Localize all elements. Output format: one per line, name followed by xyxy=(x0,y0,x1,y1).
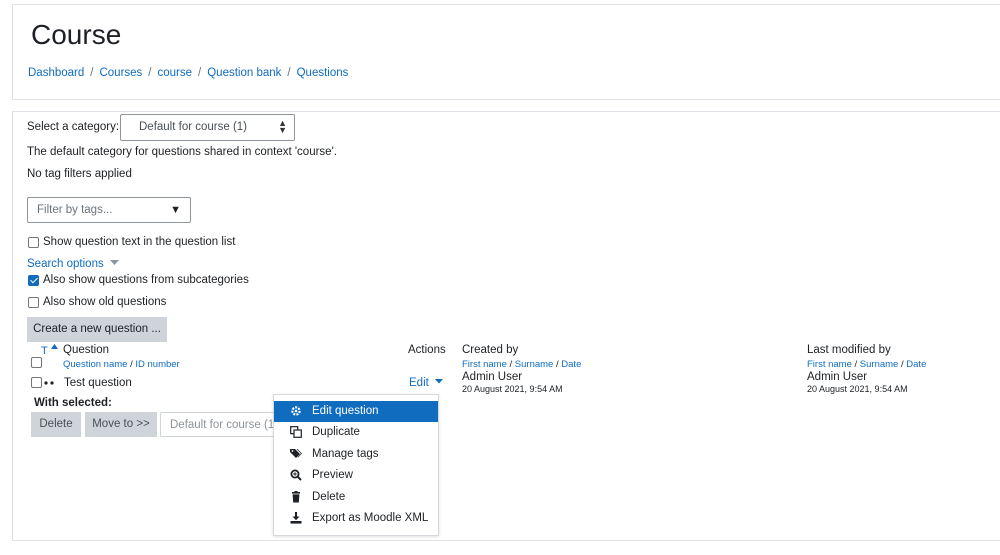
menu-item-label: Delete xyxy=(312,491,346,503)
breadcrumb-separator: / xyxy=(287,67,291,79)
magnifier-icon xyxy=(290,469,302,481)
breadcrumb-separator: / xyxy=(198,67,202,79)
show-question-text-label: Show question text in the question list xyxy=(43,236,236,248)
modified-sort-links: First name / Surname / Date xyxy=(807,359,927,370)
menu-item-manage-tags[interactable]: Manage tags xyxy=(274,444,438,465)
sort-id-number[interactable]: ID number xyxy=(135,359,179,370)
bulk-delete-button[interactable]: Delete xyxy=(31,412,81,437)
select-all-checkbox[interactable] xyxy=(31,357,42,368)
breadcrumb-question-bank[interactable]: Question bank xyxy=(207,67,281,79)
edit-action-menu: Edit question Duplicate Manage tags Prev… xyxy=(273,394,439,536)
type-header: T xyxy=(41,345,48,357)
download-icon xyxy=(290,512,302,524)
question-name: Test question xyxy=(64,377,132,389)
show-old-questions-checkbox[interactable] xyxy=(28,297,39,308)
copy-icon xyxy=(290,426,302,438)
breadcrumb-dashboard[interactable]: Dashboard xyxy=(28,67,84,79)
menu-item-label: Export as Moodle XML xyxy=(312,512,429,524)
show-question-text-checkbox[interactable] xyxy=(28,237,39,248)
trash-icon xyxy=(292,491,300,503)
move-to-button[interactable]: Move to >> xyxy=(85,412,157,437)
page-header xyxy=(12,4,1000,100)
modified-by-name: Admin User xyxy=(807,371,868,383)
breadcrumb-questions[interactable]: Questions xyxy=(297,67,349,79)
question-type-icon xyxy=(44,381,54,385)
modified-date: 20 August 2021, 9:54 AM xyxy=(807,384,908,394)
caret-down-icon xyxy=(435,379,444,384)
menu-item-delete[interactable]: Delete xyxy=(274,487,438,508)
created-sort-links: First name / Surname / Date xyxy=(462,359,582,370)
menu-item-label: Preview xyxy=(312,469,353,481)
menu-item-label: Manage tags xyxy=(312,448,379,460)
breadcrumb-course[interactable]: course xyxy=(158,67,193,79)
sort-modified-first-name[interactable]: First name xyxy=(807,359,852,370)
caret-down-icon xyxy=(109,260,119,265)
breadcrumb-separator: / xyxy=(148,67,152,79)
created-by-name: Admin User xyxy=(462,371,523,383)
menu-item-label: Edit question xyxy=(312,405,379,417)
category-select[interactable]: Default for course (1) ▲ ▼ xyxy=(120,114,295,141)
sort-by-type[interactable]: T xyxy=(41,344,58,357)
modified-by-header: Last modified by xyxy=(807,344,891,356)
menu-item-preview[interactable]: Preview xyxy=(274,465,438,486)
tag-filter-placeholder: Filter by tags... xyxy=(37,204,113,216)
sort-ascending-icon xyxy=(50,344,58,349)
move-target-select[interactable]: Default for course (1) xyxy=(160,412,280,437)
page-title: Course xyxy=(31,19,122,50)
menu-item-export-xml[interactable]: Export as Moodle XML xyxy=(274,508,438,529)
breadcrumb: Dashboard / Courses / course / Question bank / Q… xyxy=(28,67,348,79)
show-subcategories-checkbox[interactable] xyxy=(28,275,39,286)
sort-created-surname[interactable]: Surname xyxy=(515,359,554,370)
created-by-header: Created by xyxy=(462,344,519,356)
with-selected-label: With selected: xyxy=(34,397,112,409)
category-select-value: Default for course (1) xyxy=(139,121,248,133)
category-label: Select a category: xyxy=(27,121,120,133)
menu-item-duplicate[interactable]: Duplicate xyxy=(274,422,438,443)
show-subcategories-label: Also show questions from subcategories xyxy=(43,274,249,286)
updown-caret-icon: ▲ ▼ xyxy=(278,118,287,135)
search-options-label: Search options xyxy=(27,258,104,270)
menu-item-label: Duplicate xyxy=(312,426,360,438)
question-sort-links: Question name / ID number xyxy=(63,359,180,370)
sort-created-first-name[interactable]: First name xyxy=(462,359,507,370)
edit-action-label: Edit xyxy=(409,377,429,389)
sort-created-date[interactable]: Date xyxy=(561,359,581,370)
breadcrumb-separator: / xyxy=(90,67,94,79)
tags-icon xyxy=(290,449,302,458)
show-old-questions-label: Also show old questions xyxy=(43,296,167,308)
search-options-toggle[interactable]: Search options xyxy=(27,258,119,270)
edit-menu-toggle[interactable]: Edit xyxy=(409,377,444,389)
category-description: The default category for questions share… xyxy=(27,146,337,158)
question-header: Question xyxy=(63,344,110,356)
dropdown-triangle-icon: ▼ xyxy=(170,204,181,216)
gear-icon xyxy=(291,406,301,416)
menu-item-edit-question[interactable]: Edit question xyxy=(274,401,438,422)
sort-modified-date[interactable]: Date xyxy=(906,359,926,370)
breadcrumb-courses[interactable]: Courses xyxy=(99,67,142,79)
created-date: 20 August 2021, 9:54 AM xyxy=(462,384,563,394)
sort-modified-surname[interactable]: Surname xyxy=(860,359,899,370)
question-row-checkbox[interactable] xyxy=(31,377,42,388)
tag-filter-input[interactable]: Filter by tags... ▼ xyxy=(27,197,191,223)
create-question-button[interactable]: Create a new question ... xyxy=(27,317,167,342)
sort-question-name[interactable]: Question name xyxy=(63,359,127,370)
actions-header: Actions xyxy=(408,344,446,356)
tag-filter-status: No tag filters applied xyxy=(27,168,132,180)
